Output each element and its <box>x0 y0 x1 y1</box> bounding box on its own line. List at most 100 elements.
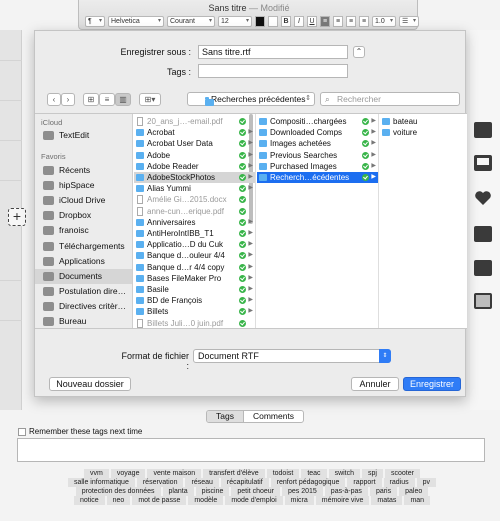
file-row[interactable]: Downloaded Comps ▶ <box>257 127 378 138</box>
file-row[interactable]: Amélie Gi…2015.docx <box>134 194 255 205</box>
forward-button[interactable]: › <box>61 93 75 106</box>
tag-chip[interactable]: pes 2015 <box>281 487 323 496</box>
file-row[interactable]: Images achetées ▶ <box>257 138 378 149</box>
file-row[interactable]: Compositi…chargées ▶ <box>257 116 378 127</box>
list-view-button[interactable]: ≡ <box>99 93 115 106</box>
new-folder-button[interactable]: Nouveau dossier <box>49 377 131 391</box>
tag-chip[interactable]: protection des données <box>75 487 161 496</box>
file-row[interactable]: Previous Searches ▶ <box>257 150 378 161</box>
font-style-select[interactable]: Courant ▾ <box>167 15 215 27</box>
line-spacing-select[interactable]: 1.0 ▾ <box>372 15 396 27</box>
file-row[interactable]: Billets ▶ <box>134 306 255 317</box>
sidebar-item[interactable]: franoisc <box>35 223 132 238</box>
align-center-button[interactable]: ≡ <box>333 15 343 27</box>
file-row[interactable]: Adobe ▶ <box>134 150 255 161</box>
folder-clock-icon[interactable] <box>474 226 492 242</box>
sidebar-item[interactable]: Téléchargements <box>35 239 132 254</box>
tag-chip[interactable]: rapport <box>347 478 382 487</box>
file-row[interactable]: bateau <box>380 116 467 127</box>
file-row[interactable]: Alias Yummi ▶ <box>134 183 255 194</box>
tag-chip[interactable]: man <box>404 496 431 505</box>
file-row[interactable]: BD de François ▶ <box>134 295 255 306</box>
filename-input[interactable]: Sans titre.rtf <box>198 45 348 59</box>
file-row[interactable]: Bases FileMaker Pro ▶ <box>134 273 255 284</box>
align-left-button[interactable]: ≡ <box>320 15 330 27</box>
format-select[interactable]: Document RTF ⇕ <box>193 349 391 363</box>
finder-icon[interactable] <box>474 293 492 309</box>
tag-chip[interactable]: radius <box>383 478 415 487</box>
sidebar-item[interactable]: Documents <box>35 268 132 284</box>
checkbox-box[interactable] <box>18 427 26 436</box>
tag-chip[interactable]: planta <box>162 487 194 496</box>
file-row[interactable]: Applicatio…D du Cuk ▶ <box>134 239 255 250</box>
tag-chip[interactable]: transfert d'élève <box>203 469 265 478</box>
tag-chip[interactable]: matas <box>371 496 403 505</box>
sidebar-item[interactable]: hipSpace <box>35 178 132 193</box>
font-size-select[interactable]: 12 ▾ <box>218 15 252 27</box>
sidebar-item[interactable]: Dropbox <box>35 208 132 223</box>
back-button[interactable]: ‹ <box>47 93 61 106</box>
icon-view-button[interactable]: ⊞ <box>83 93 99 106</box>
tag-chip[interactable]: todoist <box>266 469 300 478</box>
display-icon[interactable] <box>474 155 492 171</box>
tag-chip[interactable]: récapitulatif <box>220 478 269 487</box>
italic-button[interactable]: I <box>294 15 304 27</box>
save-button[interactable]: Enregistrer <box>403 377 461 391</box>
tag-chip[interactable]: neo <box>106 496 131 505</box>
tag-chip[interactable]: notice <box>73 496 105 505</box>
sidebar-item[interactable]: Récents <box>35 163 132 178</box>
sidebar-item[interactable]: Directives critèr… <box>35 299 132 314</box>
underline-button[interactable]: U <box>307 15 317 27</box>
tag-chip[interactable]: salle informatique <box>67 478 135 487</box>
bold-button[interactable]: B <box>281 15 291 27</box>
tag-chip[interactable]: petit choeur <box>231 487 280 496</box>
tag-chip[interactable]: vente maison <box>147 469 202 478</box>
file-row[interactable]: voiture <box>380 127 467 138</box>
search-input[interactable]: ⌕ Rechercher <box>320 92 460 106</box>
group-button[interactable]: ⊞▾ <box>139 93 161 106</box>
tag-chip[interactable]: pv <box>416 478 437 487</box>
file-row[interactable]: anne-cun…erique.pdf <box>134 206 255 217</box>
tag-chip[interactable]: spj <box>362 469 383 478</box>
file-row[interactable]: 20_ans_j…-email.pdf <box>134 116 255 127</box>
tag-chip[interactable]: mot de passe <box>132 496 187 505</box>
font-family-select[interactable]: Helvetica ▾ <box>108 15 164 27</box>
tag-chip[interactable]: vvm <box>84 469 109 478</box>
tag-chip[interactable]: réservation <box>136 478 184 487</box>
file-row[interactable]: Acrobat User Data ▶ <box>134 138 255 149</box>
sidebar-item[interactable]: Applications <box>35 254 132 269</box>
tag-chip[interactable]: piscine <box>195 487 230 496</box>
tag-chip[interactable]: paleo <box>399 487 429 496</box>
file-row[interactable]: Purchased Images ▶ <box>257 161 378 172</box>
tag-chip[interactable]: switch <box>328 469 361 478</box>
justify-button[interactable]: ≡ <box>359 15 369 27</box>
align-right-button[interactable]: ≡ <box>346 15 356 27</box>
tag-entry-field[interactable] <box>17 438 485 462</box>
tag-chip[interactable]: modèle <box>188 496 224 505</box>
heart-icon[interactable] <box>474 190 492 206</box>
column-view-button[interactable]: ▥ <box>115 93 131 106</box>
sidebar-item[interactable]: Postulation dire… <box>35 284 132 299</box>
document-clock-icon[interactable] <box>474 260 492 276</box>
sidebar-item[interactable]: TextEdit <box>35 128 132 143</box>
tag-chip[interactable]: teac <box>301 469 327 478</box>
file-row[interactable]: Basile ▶ <box>134 284 255 295</box>
list-style-select[interactable]: ☰ ▾ <box>399 15 419 27</box>
file-row[interactable]: Billets Juli…0 juin.pdf <box>134 318 255 328</box>
cancel-button[interactable]: Annuler <box>351 377 399 391</box>
tag-chip[interactable]: renfort pédagogique <box>270 478 346 487</box>
tag-chip[interactable]: micra <box>284 496 314 505</box>
tag-chip[interactable]: réseau <box>185 478 219 487</box>
tags-input[interactable] <box>198 64 348 78</box>
paragraph-style-select[interactable]: ¶ ▾ <box>85 15 105 27</box>
location-popup[interactable]: Recherches précédentes ⇕ <box>187 92 315 107</box>
tab-tags[interactable]: Tags <box>207 411 244 422</box>
expand-chevron-icon[interactable]: ⌃ <box>353 46 365 58</box>
file-row[interactable]: Recherch…écédentes ▶ <box>257 172 378 183</box>
file-row[interactable]: AntiHeroIntIBB_T1 ▶ <box>134 228 255 239</box>
tag-chip[interactable]: pas-à-pas <box>324 487 368 496</box>
text-color-swatch[interactable] <box>255 15 265 27</box>
add-icon[interactable]: + <box>8 208 26 226</box>
file-row[interactable]: Banque d…ouleur 4/4 ▶ <box>134 250 255 261</box>
tag-chip[interactable]: mode d'emploi <box>225 496 283 505</box>
